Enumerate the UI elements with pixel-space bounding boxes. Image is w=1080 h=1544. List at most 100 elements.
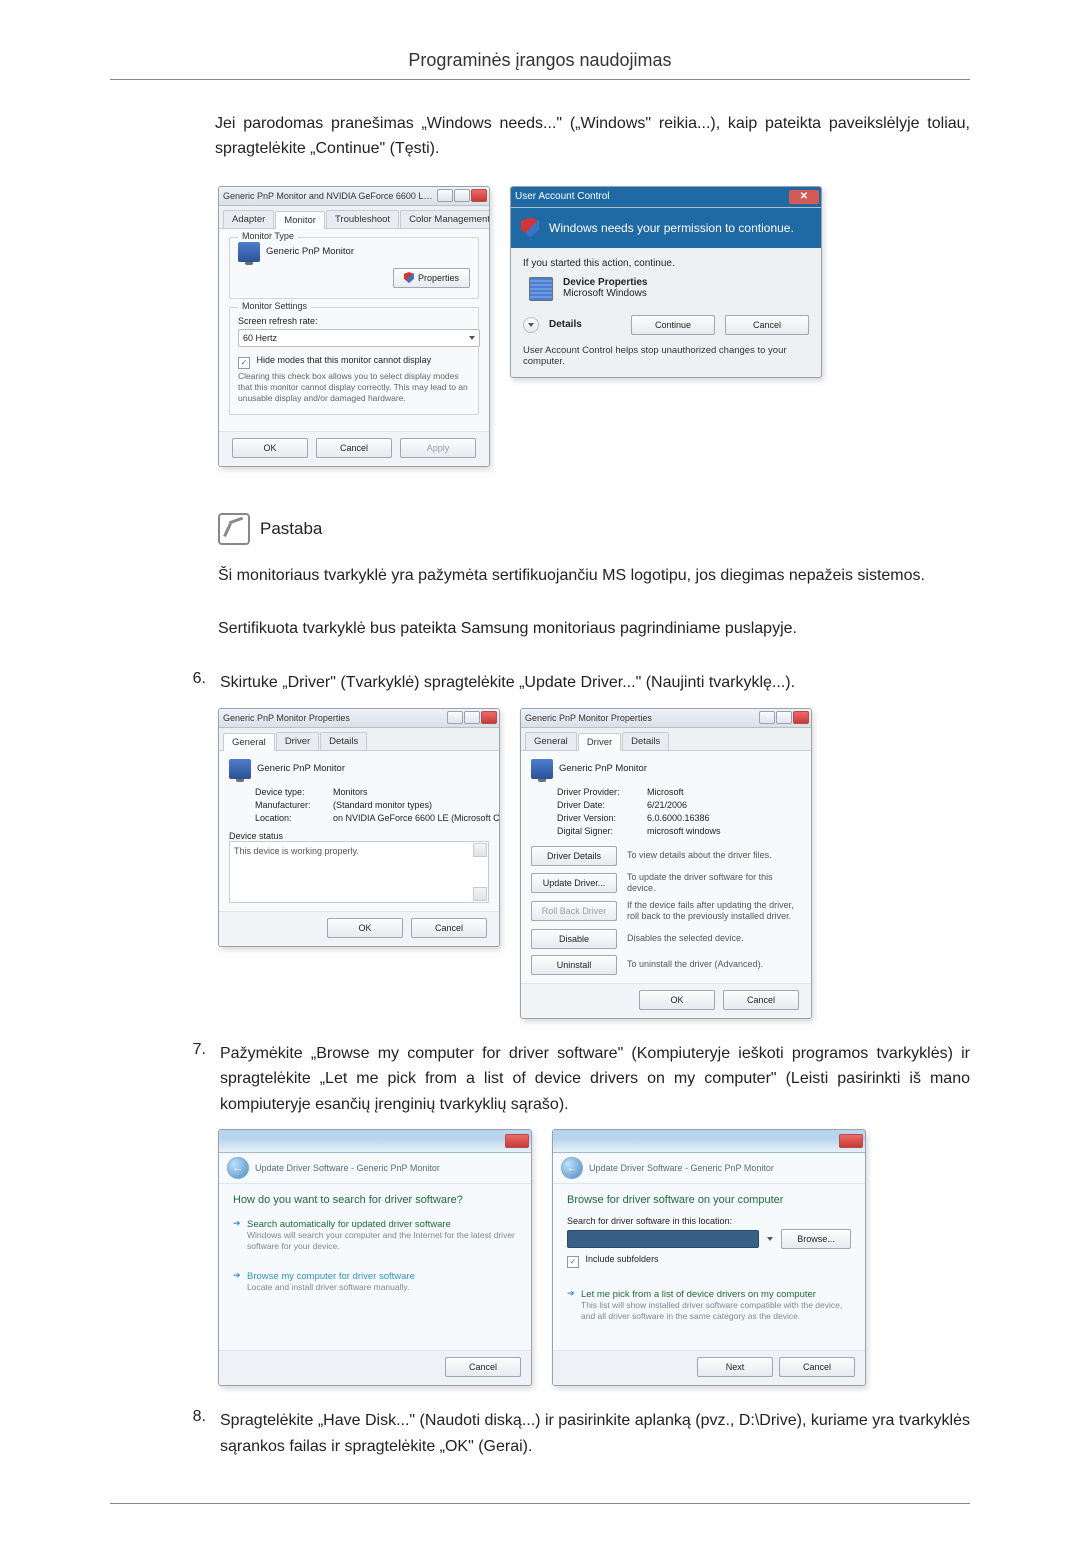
- step-8-number: 8.: [186, 1408, 206, 1459]
- apply-button[interactable]: Apply: [400, 438, 476, 458]
- step-8: 8. Spragtelėkite „Have Disk..." (Naudoti…: [186, 1408, 970, 1459]
- continue-button[interactable]: Continue: [631, 315, 715, 335]
- digital-signer-key: Digital Signer:: [557, 826, 647, 836]
- program-icon: [529, 277, 553, 301]
- cancel-button[interactable]: Cancel: [779, 1357, 855, 1377]
- chevron-down-icon[interactable]: [767, 1237, 773, 1241]
- disable-button[interactable]: Disable: [531, 929, 617, 949]
- tab-troubleshoot[interactable]: Troubleshoot: [326, 210, 399, 228]
- display-tabs: Adapter Monitor Troubleshoot Color Manag…: [219, 206, 489, 229]
- pencil-icon: [218, 513, 250, 545]
- uac-details-label[interactable]: Details: [549, 319, 582, 330]
- cancel-button[interactable]: Cancel: [445, 1357, 521, 1377]
- option-search-automatically[interactable]: Search automatically for updated driver …: [233, 1216, 517, 1254]
- shield-icon: [404, 272, 414, 283]
- disable-desc: Disables the selected device.: [627, 933, 801, 944]
- close-icon[interactable]: ✕: [789, 190, 819, 204]
- device-name: Generic PnP Monitor: [257, 763, 345, 774]
- uac-footer-text: User Account Control helps stop unauthor…: [523, 345, 809, 367]
- ok-button[interactable]: OK: [232, 438, 308, 458]
- scroll-down-icon[interactable]: [473, 887, 487, 901]
- option-let-me-pick[interactable]: Let me pick from a list of device driver…: [567, 1286, 851, 1324]
- rollback-driver-button[interactable]: Roll Back Driver: [531, 901, 617, 921]
- tab-general[interactable]: General: [223, 733, 275, 751]
- uninstall-button[interactable]: Uninstall: [531, 955, 617, 975]
- option-browse-computer[interactable]: Browse my computer for driver software L…: [233, 1268, 517, 1295]
- properties-titlebar[interactable]: Generic PnP Monitor Properties: [219, 709, 499, 728]
- wizard-heading: How do you want to search for driver sof…: [233, 1194, 517, 1206]
- figure-row-1: Generic PnP Monitor and NVIDIA GeForce 6…: [218, 186, 970, 467]
- close-icon[interactable]: [793, 711, 809, 724]
- option-sub: Windows will search your computer and th…: [247, 1230, 517, 1252]
- back-button-icon[interactable]: ←: [227, 1157, 249, 1179]
- tab-general[interactable]: General: [525, 732, 577, 750]
- uac-started-text: If you started this action, continue.: [523, 258, 809, 269]
- display-dialog-titlebar[interactable]: Generic PnP Monitor and NVIDIA GeForce 6…: [219, 187, 489, 206]
- minimize-icon[interactable]: [759, 711, 775, 724]
- tab-adapter[interactable]: Adapter: [223, 210, 274, 228]
- update-driver-wizard-browse: ← Update Driver Software - Generic PnP M…: [552, 1129, 866, 1386]
- display-properties-dialog: Generic PnP Monitor and NVIDIA GeForce 6…: [218, 186, 490, 467]
- driver-date-key: Driver Date:: [557, 800, 647, 810]
- next-button[interactable]: Next: [697, 1357, 773, 1377]
- device-name: Generic PnP Monitor: [559, 763, 647, 774]
- cancel-button[interactable]: Cancel: [725, 315, 809, 335]
- driver-details-button[interactable]: Driver Details: [531, 846, 617, 866]
- page-title: Programinės įrangos naudojimas: [110, 50, 970, 71]
- intro-text: Jei parodomas pranešimas „Windows needs.…: [215, 112, 970, 162]
- cancel-button[interactable]: Cancel: [316, 438, 392, 458]
- driver-details-desc: To view details about the driver files.: [627, 850, 801, 861]
- device-status-text: This device is working properly.: [234, 846, 359, 856]
- refresh-rate-select[interactable]: 60 Hertz: [238, 329, 480, 347]
- location-value: on NVIDIA GeForce 6600 LE (Microsoft Cor…: [333, 813, 500, 823]
- update-driver-button[interactable]: Update Driver...: [531, 873, 617, 893]
- manufacturer-value: (Standard monitor types): [333, 800, 500, 810]
- maximize-icon[interactable]: [464, 711, 480, 724]
- ok-button[interactable]: OK: [639, 990, 715, 1010]
- note-title: Pastaba: [260, 519, 322, 539]
- tab-driver[interactable]: Driver: [578, 733, 621, 751]
- scroll-up-icon[interactable]: [473, 843, 487, 857]
- close-icon[interactable]: [471, 189, 487, 202]
- uac-publisher: Microsoft Windows: [563, 288, 648, 299]
- properties-driver-title: Generic PnP Monitor Properties: [525, 713, 652, 723]
- browse-button[interactable]: Browse...: [781, 1229, 851, 1249]
- monitor-icon: [531, 759, 553, 779]
- uninstall-desc: To uninstall the driver (Advanced).: [627, 959, 801, 970]
- maximize-icon[interactable]: [776, 711, 792, 724]
- close-icon[interactable]: [505, 1134, 529, 1148]
- option-label: Let me pick from a list of device driver…: [581, 1289, 816, 1300]
- cancel-button[interactable]: Cancel: [723, 990, 799, 1010]
- manufacturer-key: Manufacturer:: [255, 800, 333, 810]
- close-icon[interactable]: [839, 1134, 863, 1148]
- note-body-1: Ši monitoriaus tvarkyklė yra pažymėta se…: [218, 563, 970, 589]
- minimize-icon[interactable]: [437, 189, 453, 202]
- maximize-icon[interactable]: [454, 189, 470, 202]
- driver-version-value: 6.0.6000.16386: [647, 813, 801, 823]
- tab-monitor[interactable]: Monitor: [275, 211, 325, 229]
- refresh-rate-label: Screen refresh rate:: [238, 316, 470, 326]
- ok-button[interactable]: OK: [327, 918, 403, 938]
- cancel-button[interactable]: Cancel: [411, 918, 487, 938]
- path-input[interactable]: [567, 1230, 759, 1248]
- monitor-icon: [238, 242, 260, 262]
- close-icon[interactable]: [481, 711, 497, 724]
- uac-headline: Windows needs your permission to contion…: [549, 221, 794, 235]
- include-subfolders-checkbox[interactable]: [567, 1256, 579, 1268]
- uac-titlebar[interactable]: User Account Control ✕: [511, 187, 821, 208]
- tab-driver[interactable]: Driver: [276, 732, 319, 750]
- properties-titlebar[interactable]: Generic PnP Monitor Properties: [521, 709, 811, 728]
- chevron-down-icon[interactable]: [523, 317, 539, 333]
- device-type-value: Monitors: [333, 787, 500, 797]
- back-button-icon[interactable]: ←: [561, 1157, 583, 1179]
- minimize-icon[interactable]: [447, 711, 463, 724]
- driver-date-value: 6/21/2006: [647, 800, 801, 810]
- tab-details[interactable]: Details: [320, 732, 367, 750]
- device-status-box: This device is working properly.: [229, 841, 489, 903]
- tab-color-management[interactable]: Color Management: [400, 210, 490, 228]
- hide-modes-description: Clearing this check box allows you to se…: [238, 371, 470, 404]
- refresh-rate-value: 60 Hertz: [243, 333, 277, 343]
- properties-button[interactable]: Properties: [393, 268, 470, 288]
- tab-details[interactable]: Details: [622, 732, 669, 750]
- hide-modes-checkbox[interactable]: [238, 357, 250, 369]
